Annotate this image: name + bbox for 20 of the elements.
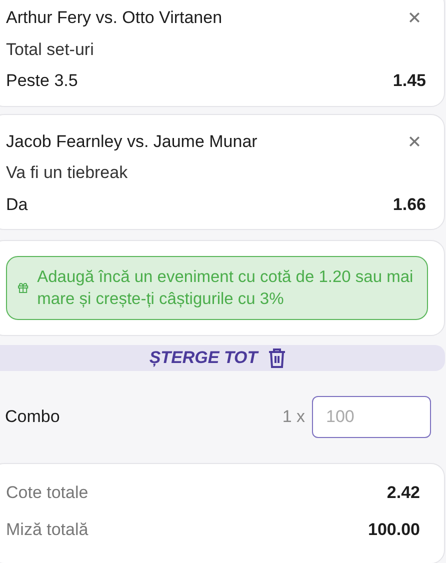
pick-name: Da: [6, 194, 28, 216]
combo-label: Combo: [5, 406, 60, 428]
close-icon[interactable]: [409, 136, 420, 147]
stake-field[interactable]: 100: [312, 396, 431, 438]
trash-icon: [268, 348, 286, 368]
promo-text: Adaugă încă un eveniment cu cotă de 1.20 sau mai mare și crește-ți câștigurile cu 3%: [37, 267, 414, 310]
summary-label: Miză totală: [6, 519, 88, 541]
match-name: Jacob Fearnley vs. Jaume Munar: [6, 130, 258, 152]
match-name: Arthur Fery vs. Otto Virtanen: [6, 7, 222, 29]
clear-all-button[interactable]: ȘTERGE TOT: [0, 345, 445, 370]
multiplier-text: 1 x: [282, 406, 305, 428]
odds-value: 1.66: [392, 194, 426, 216]
summary-value: 2.42: [386, 482, 420, 504]
market-name: Total set-uri: [6, 38, 95, 60]
summary-value: 100.00: [368, 519, 420, 541]
close-icon[interactable]: [409, 12, 420, 24]
pick-name: Peste 3.5: [6, 70, 78, 92]
market-name: Va fi un tiebreak: [6, 162, 129, 184]
odds-value: 1.45: [392, 70, 426, 92]
summary-label: Cote totale: [6, 482, 88, 504]
